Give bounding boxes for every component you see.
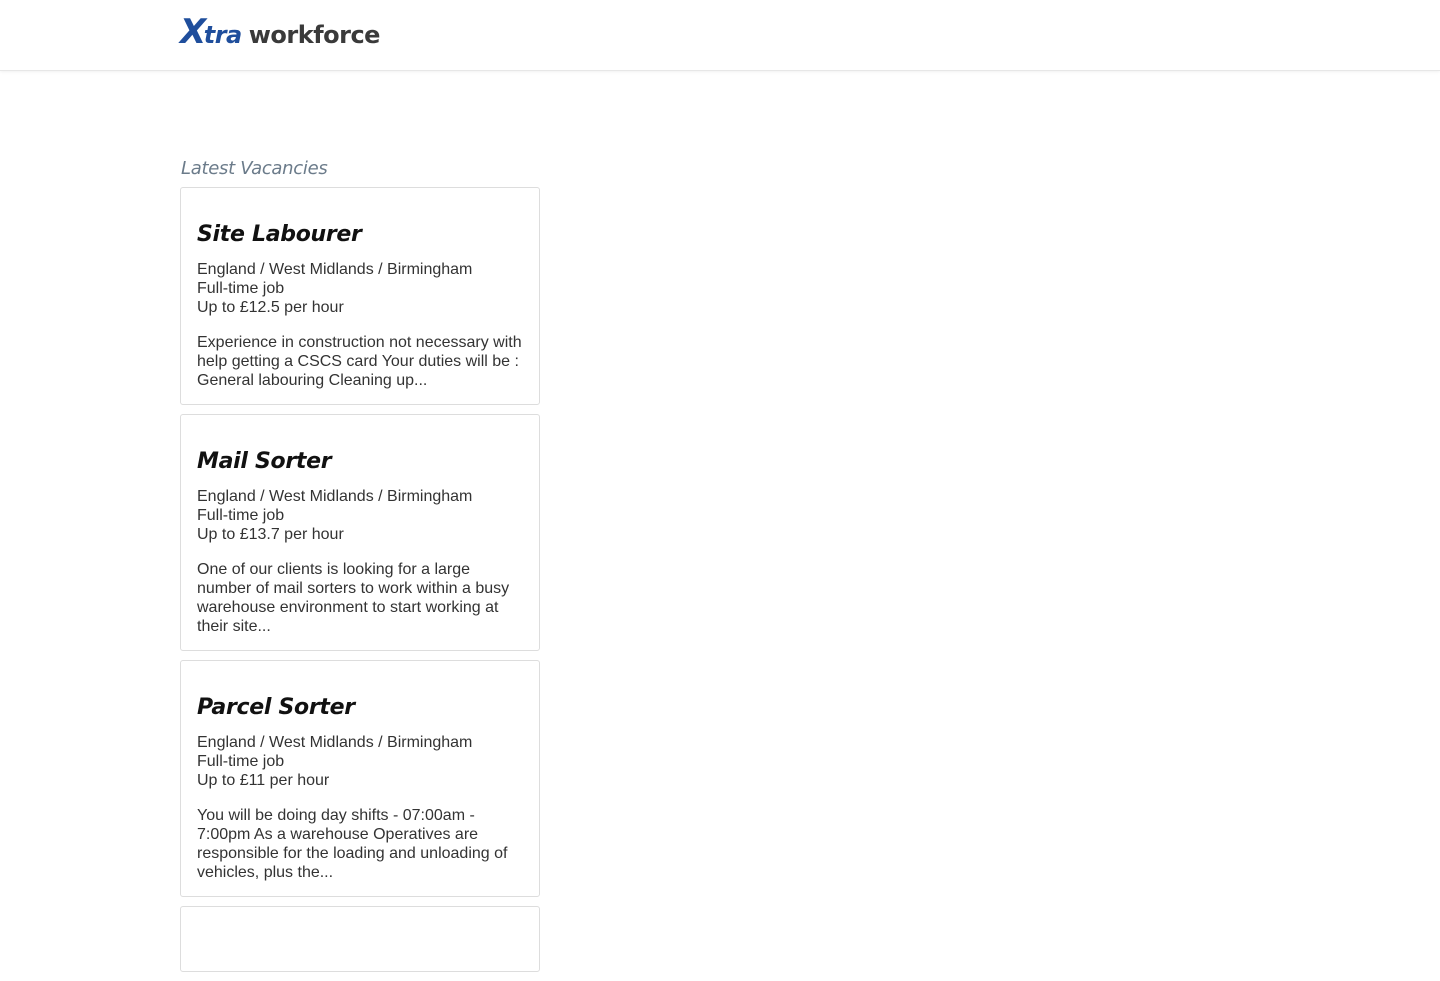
- vacancy-job-type: Full-time job: [197, 507, 285, 524]
- vacancy-location: England / West Midlands / Birmingham: [197, 734, 473, 751]
- logo-workforce-text: workforce: [248, 21, 381, 49]
- logo-x-letter: X: [180, 12, 206, 52]
- vacancy-card[interactable]: Mail Sorter England / West Midlands / Bi…: [180, 414, 540, 651]
- vacancy-job-type: Full-time job: [197, 753, 285, 770]
- vacancy-description: One of our clients is looking for a larg…: [197, 561, 510, 635]
- vacancy-card[interactable]: Parcel Sorter England / West Midlands / …: [180, 660, 540, 897]
- vacancy-description: Experience in construction not necessary…: [197, 334, 522, 389]
- vacancy-title[interactable]: Mail Sorter: [197, 449, 523, 475]
- vacancy-pay: Up to £11 per hour: [197, 772, 330, 789]
- vacancy-location: England / West Midlands / Birmingham: [197, 488, 473, 505]
- site-logo[interactable]: X tra workforce: [180, 14, 380, 50]
- vacancy-title[interactable]: Parcel Sorter: [197, 695, 523, 721]
- vacancy-card[interactable]: Site Labourer England / West Midlands / …: [180, 187, 540, 405]
- vacancy-pay: Up to £12.5 per hour: [197, 299, 344, 316]
- latest-vacancies-heading: Latest Vacancies: [181, 158, 328, 179]
- vacancy-description: You will be doing day shifts - 07:00am -…: [197, 807, 508, 881]
- vacancy-job-type: Full-time job: [197, 280, 285, 297]
- vacancy-pay: Up to £13.7 per hour: [197, 526, 344, 543]
- vacancy-location: England / West Midlands / Birmingham: [197, 261, 473, 278]
- top-navbar: X tra workforce: [0, 0, 1440, 71]
- vacancy-card[interactable]: [180, 906, 540, 972]
- vacancy-title[interactable]: Site Labourer: [197, 222, 523, 248]
- logo-tra-text: tra: [203, 21, 243, 49]
- vacancy-list: Site Labourer England / West Midlands / …: [180, 187, 540, 981]
